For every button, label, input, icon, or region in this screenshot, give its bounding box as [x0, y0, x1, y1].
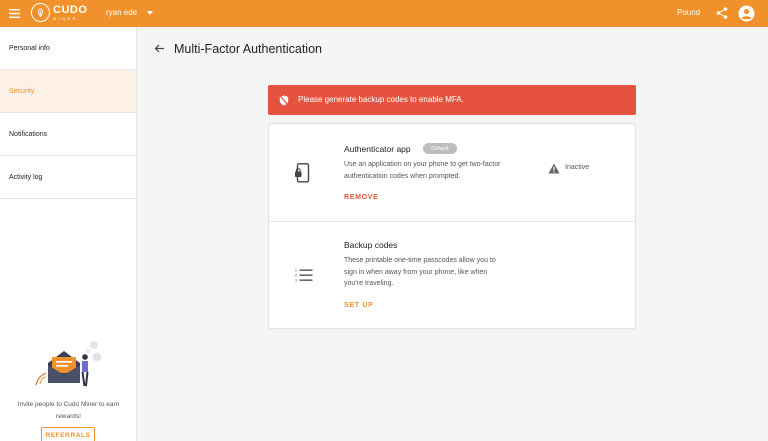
logo-text: CUDO: [53, 3, 88, 16]
backup-codes-title: Backup codes: [344, 240, 398, 250]
authenticator-status: Inactive: [565, 164, 590, 171]
numbered-list-icon: 1 2 3: [295, 269, 313, 283]
phone-lock-icon: [295, 163, 310, 183]
shield-off-icon: [279, 95, 289, 106]
svg-text:3: 3: [295, 279, 297, 283]
sidebar-item-personal-info[interactable]: Personal info: [0, 27, 136, 70]
arrow-left-icon[interactable]: [154, 43, 165, 54]
referrals-button[interactable]: REFERRALS: [41, 427, 95, 441]
alert-text: Please generate backup codes to enable M…: [298, 95, 464, 104]
authenticator-app-description: Use an application on your phone to get …: [344, 161, 501, 180]
mfa-methods-card: Authenticator app Default Use an applica…: [268, 123, 636, 329]
logo-mark-icon: [31, 3, 50, 22]
currency-selector[interactable]: Pound: [677, 8, 700, 17]
referral-illustration: [35, 341, 102, 387]
cudo-miner-logo[interactable]: CUDO MINER: [31, 3, 87, 22]
mfa-alert-banner: Please generate backup codes to enable M…: [268, 85, 636, 115]
menu-icon[interactable]: [9, 8, 20, 19]
sidebar-item-security[interactable]: Security: [0, 70, 136, 113]
remove-button[interactable]: REMOVE: [344, 194, 379, 201]
backup-codes-description: These printable one-time passcodes allow…: [344, 257, 496, 287]
svg-text:2: 2: [295, 274, 297, 278]
authenticator-app-title: Authenticator app: [344, 144, 411, 154]
sidebar-item-label: Activity log: [9, 173, 43, 181]
default-badge: Default: [423, 143, 457, 154]
username[interactable]: ryan ede: [106, 8, 137, 17]
sidebar-item-activity-log[interactable]: Activity log: [0, 156, 136, 199]
divider: [269, 221, 635, 222]
share-icon[interactable]: [715, 6, 729, 20]
sidebar-item-notifications[interactable]: Notifications: [0, 113, 136, 156]
set-up-button[interactable]: SET UP: [344, 302, 373, 309]
sidebar-item-label: Personal info: [9, 44, 50, 52]
account-circle-icon[interactable]: [738, 5, 755, 22]
svg-text:1: 1: [295, 269, 297, 273]
sidebar-item-label: Security: [9, 87, 35, 95]
logo-subtext: MINER: [53, 15, 78, 21]
warning-icon: [548, 163, 560, 174]
referral-promo-text: Invite people to Cudo Miner to earn rewa…: [17, 401, 120, 420]
chevron-down-icon[interactable]: [147, 11, 153, 15]
sidebar: Personal info Security Notifications Act…: [0, 27, 137, 441]
page-title: Multi-Factor Authentication: [174, 42, 322, 56]
top-app-bar: CUDO MINER ryan ede Pound: [0, 0, 768, 27]
sidebar-item-label: Notifications: [9, 130, 48, 138]
